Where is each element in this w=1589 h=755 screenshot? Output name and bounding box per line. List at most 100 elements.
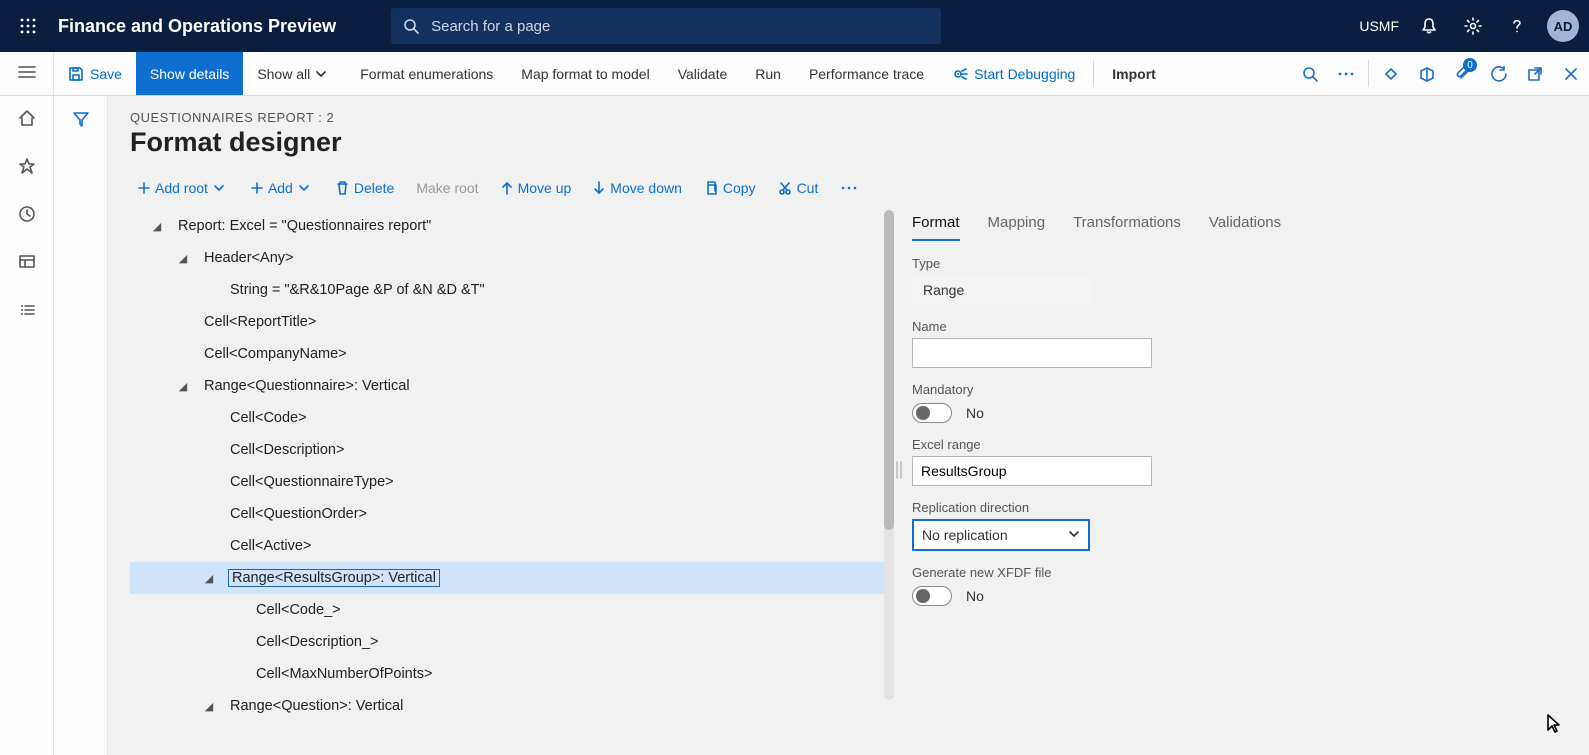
settings-button[interactable] <box>1453 6 1493 46</box>
nav-toggle-button[interactable] <box>18 65 36 82</box>
close-button[interactable] <box>1553 52 1589 95</box>
type-value: Range <box>912 275 1092 305</box>
user-avatar[interactable]: AD <box>1547 10 1579 42</box>
chevron-down-icon <box>316 69 326 79</box>
page-options-button[interactable] <box>1409 52 1445 95</box>
global-search[interactable] <box>391 8 941 44</box>
validate-button[interactable]: Validate <box>664 52 742 95</box>
favorites-icon[interactable] <box>15 154 39 178</box>
show-details-button[interactable]: Show details <box>136 52 243 95</box>
tree-node[interactable]: ◢Range<Question>: Vertical <box>130 690 890 722</box>
performance-trace-button[interactable]: Performance trace <box>795 52 938 95</box>
modules-icon[interactable] <box>15 298 39 322</box>
designer-toolbar: Add root Add Delete Make root Move up Mo… <box>130 176 1589 206</box>
tree-expand-icon[interactable]: ◢ <box>148 220 166 233</box>
tab-transformations[interactable]: Transformations <box>1073 210 1181 241</box>
import-button[interactable]: Import <box>1098 52 1170 95</box>
start-debug-label: Start Debugging <box>974 66 1075 82</box>
cursor-icon <box>1547 714 1561 737</box>
tree-expand-icon[interactable]: ◢ <box>174 252 192 265</box>
validate-label: Validate <box>678 66 728 82</box>
attachments-button[interactable]: 0 <box>1445 52 1481 95</box>
recent-icon[interactable] <box>15 202 39 226</box>
tree-node[interactable]: String = "&R&10Page &P of &N &D &T" <box>130 274 890 306</box>
tree-node[interactable]: Cell<ReportTitle> <box>130 306 890 338</box>
tree-node-label: Cell<Description_> <box>254 633 381 651</box>
tree-expand-icon[interactable]: ◢ <box>174 380 192 393</box>
tree-node[interactable]: Cell<Active> <box>130 530 890 562</box>
replication-select[interactable]: No replication <box>912 519 1090 551</box>
tab-format[interactable]: Format <box>912 210 960 241</box>
tree-node-label: Report: Excel = "Questionnaires report" <box>176 217 433 235</box>
run-button[interactable]: Run <box>741 52 795 95</box>
format-enumerations-button[interactable]: Format enumerations <box>346 52 507 95</box>
tree-node[interactable]: Cell<Description> <box>130 434 890 466</box>
name-label: Name <box>912 319 1589 334</box>
tree-node[interactable]: ◢Range<ResultsGroup>: Vertical <box>130 562 890 594</box>
move-up-button[interactable]: Move up <box>493 176 580 200</box>
add-root-button[interactable]: Add root <box>130 176 237 200</box>
move-down-button[interactable]: Move down <box>585 176 690 200</box>
personalize-button[interactable] <box>1373 52 1409 95</box>
company-selector[interactable]: USMF <box>1359 18 1399 34</box>
global-search-input[interactable] <box>429 17 929 36</box>
breadcrumb[interactable]: QUESTIONNAIRES REPORT : 2 <box>130 110 1589 125</box>
save-button[interactable]: Save <box>54 52 136 95</box>
tree-node[interactable]: Cell<Code> <box>130 402 890 434</box>
mandatory-toggle[interactable] <box>912 403 952 423</box>
tree-node[interactable]: Cell<CompanyName> <box>130 338 890 370</box>
tree-scrollbar[interactable] <box>884 210 894 700</box>
tab-validations[interactable]: Validations <box>1209 210 1281 241</box>
add-label: Add <box>268 180 293 196</box>
filter-button[interactable] <box>72 110 90 755</box>
type-label: Type <box>912 256 1589 271</box>
mandatory-value: No <box>966 405 984 421</box>
tree-node-label: String = "&R&10Page &P of &N &D &T" <box>228 281 487 299</box>
tree-node[interactable]: ◢Range<Questionnaire>: Vertical <box>130 370 890 402</box>
tree-node[interactable]: ◢ Report: Excel = "Questionnaires report" <box>130 210 890 242</box>
tree-node[interactable]: ◢Header<Any> <box>130 242 890 274</box>
xfdf-toggle[interactable] <box>912 586 952 606</box>
tree-node[interactable]: Cell<QuestionnaireType> <box>130 466 890 498</box>
detail-pane: Format Mapping Transformations Validatio… <box>908 210 1589 730</box>
save-label: Save <box>90 66 122 82</box>
help-button[interactable] <box>1497 6 1537 46</box>
copy-button[interactable]: Copy <box>696 176 764 200</box>
app-launcher-button[interactable] <box>10 8 46 44</box>
show-all-button[interactable]: Show all <box>243 52 346 95</box>
tree-node[interactable]: Cell<QuestionOrder> <box>130 498 890 530</box>
delete-button[interactable]: Delete <box>328 176 402 200</box>
tree-node-label: Cell<MaxNumberOfPoints> <box>254 665 435 683</box>
cut-button[interactable]: Cut <box>770 176 827 200</box>
refresh-button[interactable] <box>1481 52 1517 95</box>
tree-node[interactable]: Cell<Code_> <box>130 594 890 626</box>
tree-node-label: Cell<Code_> <box>254 601 343 619</box>
toolbar-search-button[interactable] <box>1292 52 1328 95</box>
workspaces-icon[interactable] <box>15 250 39 274</box>
cut-label: Cut <box>797 180 819 196</box>
command-bar: Save Show details Show all Format enumer… <box>0 52 1589 96</box>
tree-node[interactable]: Cell<Description_> <box>130 626 890 658</box>
start-debugging-button[interactable]: Start Debugging <box>938 52 1089 95</box>
tab-mapping[interactable]: Mapping <box>988 210 1046 241</box>
notifications-button[interactable] <box>1409 6 1449 46</box>
attachments-count: 0 <box>1463 58 1477 72</box>
show-details-label: Show details <box>150 66 229 82</box>
excel-range-input[interactable] <box>912 456 1152 486</box>
tree-node-label: Cell<Code> <box>228 409 309 427</box>
name-input[interactable] <box>912 338 1152 368</box>
overflow-button[interactable] <box>1328 52 1364 95</box>
format-tree[interactable]: ◢ Report: Excel = "Questionnaires report"… <box>130 210 890 722</box>
debug-icon <box>952 66 968 82</box>
home-icon[interactable] <box>15 106 39 130</box>
tree-node-label: Cell<Active> <box>228 537 313 555</box>
add-button[interactable]: Add <box>243 176 322 200</box>
run-label: Run <box>755 66 781 82</box>
tree-node-label: Cell<QuestionOrder> <box>228 505 369 523</box>
tree-expand-icon[interactable]: ◢ <box>200 572 218 585</box>
more-actions-button[interactable] <box>832 181 871 195</box>
map-format-button[interactable]: Map format to model <box>507 52 663 95</box>
popout-button[interactable] <box>1517 52 1553 95</box>
tree-node[interactable]: Cell<MaxNumberOfPoints> <box>130 658 890 690</box>
tree-expand-icon[interactable]: ◢ <box>200 700 218 713</box>
